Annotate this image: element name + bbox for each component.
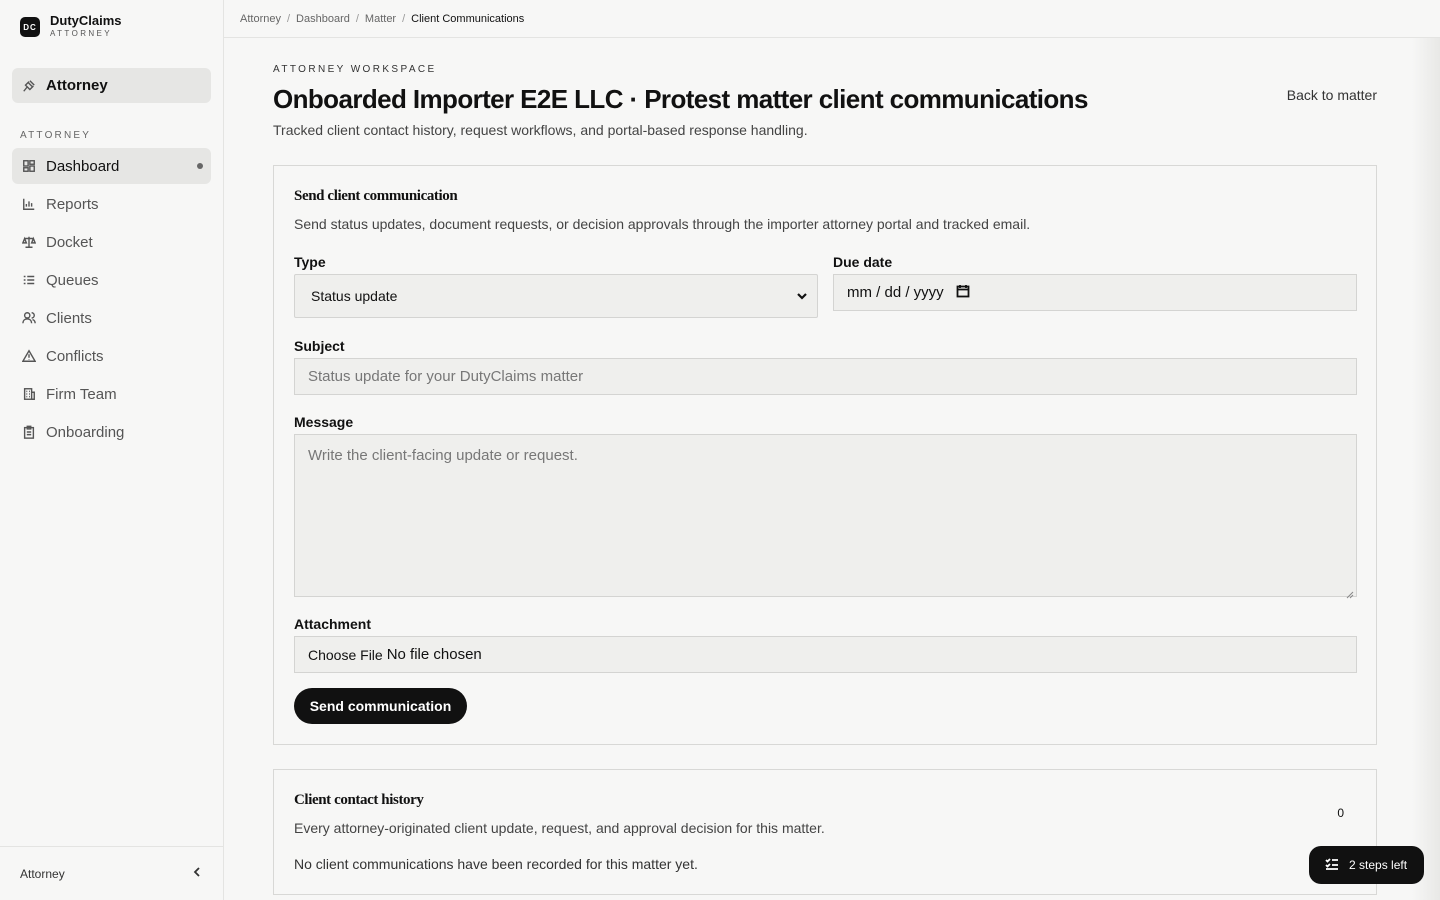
sidebar-item-firm-team[interactable]: Firm Team xyxy=(12,376,211,412)
subject-placeholder: Status update for your DutyClaims matter xyxy=(308,368,584,385)
footer-role-label: Attorney xyxy=(20,866,65,881)
sidebar-footer: Attorney xyxy=(0,846,223,900)
history-count-badge: 0 xyxy=(1337,806,1344,820)
resize-handle-icon[interactable] xyxy=(1346,586,1354,599)
dashboard-icon xyxy=(22,159,36,173)
breadcrumb-separator: / xyxy=(402,12,406,25)
chevron-down-icon xyxy=(797,288,807,304)
page-eyebrow: ATTORNEY WORKSPACE xyxy=(273,64,437,75)
breadcrumb-item-current: Client Communications xyxy=(411,12,525,25)
breadcrumb-item-matter[interactable]: Matter xyxy=(365,13,396,25)
bar-chart-icon xyxy=(22,197,36,211)
sidebar-item-docket[interactable]: Docket xyxy=(12,224,211,260)
due-date-input[interactable]: mm / dd / yyyy xyxy=(833,274,1357,311)
file-status: No file chosen xyxy=(386,646,482,663)
brand[interactable]: DC DutyClaims ATTORNEY xyxy=(20,14,122,40)
onboarding-steps-pill[interactable]: 2 steps left xyxy=(1309,846,1424,884)
type-select-value: Status update xyxy=(311,288,398,304)
sidebar-item-clients[interactable]: Clients xyxy=(12,300,211,336)
send-communication-card: Send client communication Send status up… xyxy=(273,165,1377,745)
subject-label: Subject xyxy=(294,338,345,354)
message-textarea[interactable]: Write the client-facing update or reques… xyxy=(294,434,1357,599)
sidebar-item-reports[interactable]: Reports xyxy=(12,186,211,222)
page-subtitle: Tracked client contact history, request … xyxy=(273,122,808,138)
due-date-placeholder: mm / dd / yyyy xyxy=(847,284,944,301)
sidebar-item-label: Docket xyxy=(46,233,93,251)
due-date-label: Due date xyxy=(833,254,893,270)
sidebar-item-label: Queues xyxy=(46,271,99,289)
list-checks-icon xyxy=(22,273,36,287)
sidebar-nav: Dashboard Reports Docket Queues Clients … xyxy=(12,148,211,452)
subject-input[interactable]: Status update for your DutyClaims matter xyxy=(294,358,1357,395)
send-communication-button[interactable]: Send communication xyxy=(294,688,467,724)
gavel-icon xyxy=(22,79,36,93)
message-label: Message xyxy=(294,414,354,430)
sidebar-item-label: Firm Team xyxy=(46,385,117,403)
card-title: Client contact history xyxy=(294,792,424,808)
sidebar-item-label: Onboarding xyxy=(46,423,125,441)
brand-subtitle: ATTORNEY xyxy=(50,29,113,38)
breadcrumb-separator: / xyxy=(286,12,291,25)
attachment-file-input[interactable]: Choose File No file chosen xyxy=(294,636,1357,673)
breadcrumb-item-dashboard[interactable]: Dashboard xyxy=(296,13,350,25)
warning-icon xyxy=(22,349,36,363)
sidebar-item-conflicts[interactable]: Conflicts xyxy=(12,338,211,374)
history-empty-state: No client communications have been recor… xyxy=(294,856,698,872)
clipboard-icon xyxy=(22,425,36,439)
attachment-label: Attachment xyxy=(294,616,372,632)
brand-name: DutyClaims xyxy=(50,13,122,28)
role-label: Attorney xyxy=(46,77,108,94)
client-contact-history-card: Client contact history Every attorney-or… xyxy=(273,769,1377,895)
users-icon xyxy=(22,311,36,325)
scale-icon xyxy=(22,235,36,249)
card-description: Every attorney-originated client update,… xyxy=(294,820,825,836)
sidebar-item-label: Reports xyxy=(46,195,99,213)
breadcrumb: Attorney / Dashboard / Matter / Client C… xyxy=(224,0,1440,38)
card-description: Send status updates, document requests, … xyxy=(294,216,1031,232)
breadcrumb-separator: / xyxy=(355,12,359,25)
breadcrumb-item-attorney[interactable]: Attorney xyxy=(240,13,281,25)
checklist-icon xyxy=(1325,857,1349,874)
card-title: Send client communication xyxy=(294,188,458,204)
sidebar-item-label: Dashboard xyxy=(46,157,120,175)
choose-file-button[interactable]: Choose File xyxy=(308,647,383,663)
type-label: Type xyxy=(294,254,326,270)
nav-section-label: ATTORNEY xyxy=(20,130,92,141)
scroll-fade-overlay xyxy=(1412,38,1440,900)
type-select[interactable]: Status update xyxy=(294,274,818,318)
brand-logo: DC xyxy=(20,17,40,37)
calendar-icon[interactable] xyxy=(956,284,970,302)
page-title: Onboarded Importer E2E LLC · Protest mat… xyxy=(273,84,1088,114)
sidebar-item-label: Clients xyxy=(46,309,92,327)
sidebar-item-queues[interactable]: Queues xyxy=(12,262,211,298)
building-icon xyxy=(22,387,36,401)
chevron-left-icon[interactable] xyxy=(191,865,203,883)
steps-left-label: 2 steps left xyxy=(1349,858,1408,872)
back-to-matter-link[interactable]: Back to matter xyxy=(1287,87,1377,103)
role-switcher[interactable]: Attorney xyxy=(12,68,211,103)
sidebar-item-dashboard[interactable]: Dashboard xyxy=(12,148,211,184)
sidebar: DC DutyClaims ATTORNEY Attorney ATTORNEY… xyxy=(0,0,224,900)
active-indicator-dot xyxy=(197,163,203,169)
sidebar-item-onboarding[interactable]: Onboarding xyxy=(12,414,211,450)
message-placeholder: Write the client-facing update or reques… xyxy=(308,447,578,464)
sidebar-item-label: Conflicts xyxy=(46,347,104,365)
